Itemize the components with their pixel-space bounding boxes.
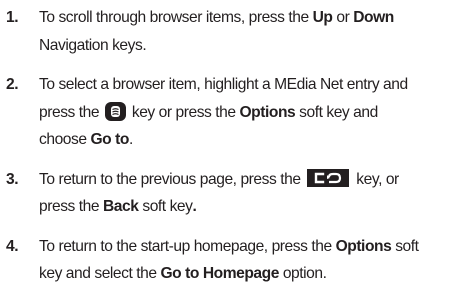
step-text: Navigation keys. (39, 36, 147, 54)
step-text: To scroll through browser items, press t… (39, 9, 313, 26)
step-text: choose (39, 131, 91, 148)
step-text: key or press the (127, 103, 240, 121)
step-2: 2. To select a browser item, highlight a… (4, 71, 465, 154)
step-text: soft (391, 237, 419, 255)
step-4: 4. To return to the start-up homepage, p… (4, 233, 465, 288)
step-text: key, or (352, 170, 399, 188)
step-number: 4. (6, 237, 19, 255)
back-key-icon (307, 168, 350, 187)
step-text: option. (278, 265, 327, 282)
step-text: soft key and (295, 103, 378, 121)
steps-list: 1. To scroll through browser items, pres… (4, 4, 465, 288)
step-period: . (192, 198, 197, 215)
back-key-label: Back (102, 198, 139, 215)
go-to-homepage-label: Go to Homepage (160, 265, 279, 282)
step-text: press the (39, 198, 103, 215)
step-3: 3. To return to the previous page, press… (4, 166, 465, 221)
step-text: press the (39, 103, 103, 121)
step-text: To return to the start-up homepage, pres… (39, 237, 336, 255)
step-number: 2. (6, 76, 19, 93)
step-text: . (128, 131, 133, 148)
step-1: 1. To scroll through browser items, pres… (4, 4, 465, 59)
step-text: key and select the (39, 265, 161, 282)
center-select-key-icon (104, 101, 126, 121)
step-number: 3. (6, 170, 19, 188)
instruction-document: 1. To scroll through browser items, pres… (0, 0, 471, 286)
step-text: To select a browser item, highlight a ME… (39, 76, 408, 93)
down-key-label: Down (353, 9, 394, 26)
options-key-label: Options (239, 103, 296, 121)
step-text: soft key (138, 198, 193, 215)
step-text: or (332, 9, 354, 26)
step-number: 1. (6, 9, 19, 26)
step-text: To return to the previous page, press th… (39, 170, 305, 188)
options-key-label: Options (335, 237, 392, 255)
up-key-label: Up (312, 9, 333, 26)
go-to-label: Go to (90, 131, 129, 148)
